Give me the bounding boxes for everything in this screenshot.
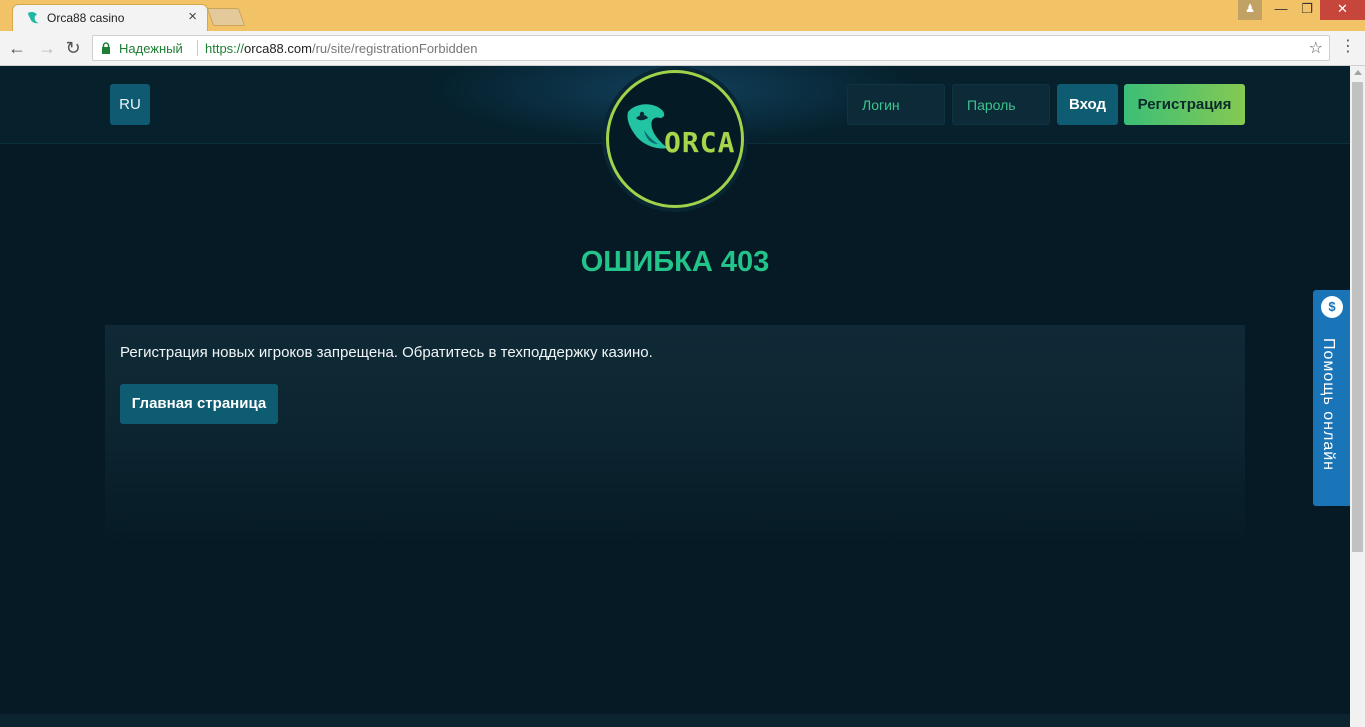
menu-icon[interactable]: ⋮ <box>1340 39 1356 55</box>
forward-arrow-icon[interactable]: → <box>36 37 58 59</box>
home-page-button[interactable]: Главная страница <box>120 384 278 424</box>
address-bar[interactable]: Надежный https://orca88.com/ru/site/regi… <box>92 35 1330 61</box>
profile-button[interactable]: ♟ <box>1238 0 1262 20</box>
chat-dollar-icon: $ <box>1321 296 1343 318</box>
star-icon[interactable]: ☆ <box>1309 38 1323 58</box>
reload-icon[interactable]: ↻ <box>62 37 84 59</box>
help-online-widget[interactable]: $ Помощь онлайн <box>1313 290 1350 506</box>
error-panel: Регистрация новых игроков запрещена. Обр… <box>105 325 1245 545</box>
close-window-button[interactable]: ✕ <box>1320 0 1365 20</box>
help-online-label: Помощь онлайн <box>1320 338 1337 471</box>
language-selector[interactable]: RU <box>110 84 150 125</box>
minimize-button[interactable]: — <box>1268 0 1294 20</box>
browser-tab-bar: Orca88 casino × ♟ — ❐ ✕ <box>0 0 1365 31</box>
error-message: Регистрация новых игроков запрещена. Обр… <box>120 344 653 361</box>
scroll-up-arrow-icon[interactable] <box>1354 70 1362 75</box>
page-viewport: RU Логин Пароль Вход Регистрация ORCA ОШ… <box>0 66 1350 727</box>
url-scheme: https:// <box>205 41 245 56</box>
tab-close-icon[interactable]: × <box>188 8 197 25</box>
tab-title: Orca88 casino <box>47 11 125 25</box>
orca-favicon-icon <box>28 11 39 24</box>
browser-tab[interactable]: Orca88 casino × <box>12 4 208 31</box>
page-scrollbar[interactable] <box>1350 66 1365 727</box>
url-text: https://orca88.com/ru/site/registrationF… <box>205 41 477 56</box>
url-path: /ru/site/registrationForbidden <box>311 41 478 56</box>
register-button[interactable]: Регистрация <box>1124 84 1245 125</box>
back-arrow-icon[interactable]: ← <box>6 37 28 59</box>
browser-toolbar: ← → ↻ Надежный https://orca88.com/ru/sit… <box>0 31 1365 66</box>
secure-label: Надежный <box>119 41 183 56</box>
new-tab-button[interactable] <box>206 8 246 26</box>
url-host: orca88.com <box>244 41 312 56</box>
footer-strip <box>0 714 1350 727</box>
login-button[interactable]: Вход <box>1057 84 1118 125</box>
lock-icon <box>102 42 110 54</box>
page-title: ОШИБКА 403 <box>580 246 770 278</box>
logo-text: ORCA <box>664 126 736 159</box>
login-field[interactable]: Логин <box>847 84 945 125</box>
password-field[interactable]: Пароль <box>952 84 1050 125</box>
maximize-button[interactable]: ❐ <box>1294 0 1320 20</box>
scroll-thumb[interactable] <box>1352 82 1363 552</box>
address-separator <box>197 40 198 56</box>
